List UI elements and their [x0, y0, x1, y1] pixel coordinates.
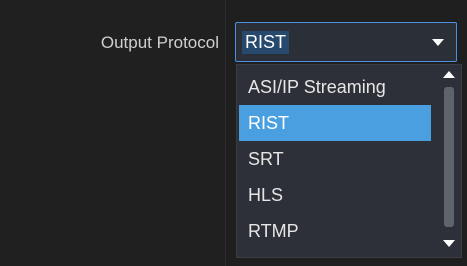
scroll-track[interactable] [444, 87, 454, 237]
scroll-thumb[interactable] [444, 87, 454, 227]
scroll-up-arrow-icon[interactable] [443, 71, 455, 78]
options-scrollbar[interactable] [441, 69, 457, 253]
output-protocol-options-list[interactable]: ASI/IP Streaming RIST SRT HLS RTMP [236, 64, 462, 258]
column-divider [225, 0, 226, 266]
option-rtmp[interactable]: RTMP [239, 213, 431, 249]
output-protocol-select[interactable]: RIST [235, 22, 457, 62]
options-container: ASI/IP Streaming RIST SRT HLS RTMP [237, 69, 431, 249]
scroll-down-arrow-icon[interactable] [443, 240, 455, 247]
option-srt[interactable]: SRT [239, 141, 431, 177]
select-current-value: RIST [242, 31, 290, 54]
option-hls[interactable]: HLS [239, 177, 431, 213]
option-asi-ip-streaming[interactable]: ASI/IP Streaming [239, 69, 431, 105]
output-protocol-label: Output Protocol [100, 33, 219, 52]
chevron-down-icon[interactable] [432, 39, 444, 46]
settings-panel: Output Protocol RIST ASI/IP Streaming RI… [0, 0, 467, 266]
option-rist[interactable]: RIST [239, 105, 431, 141]
